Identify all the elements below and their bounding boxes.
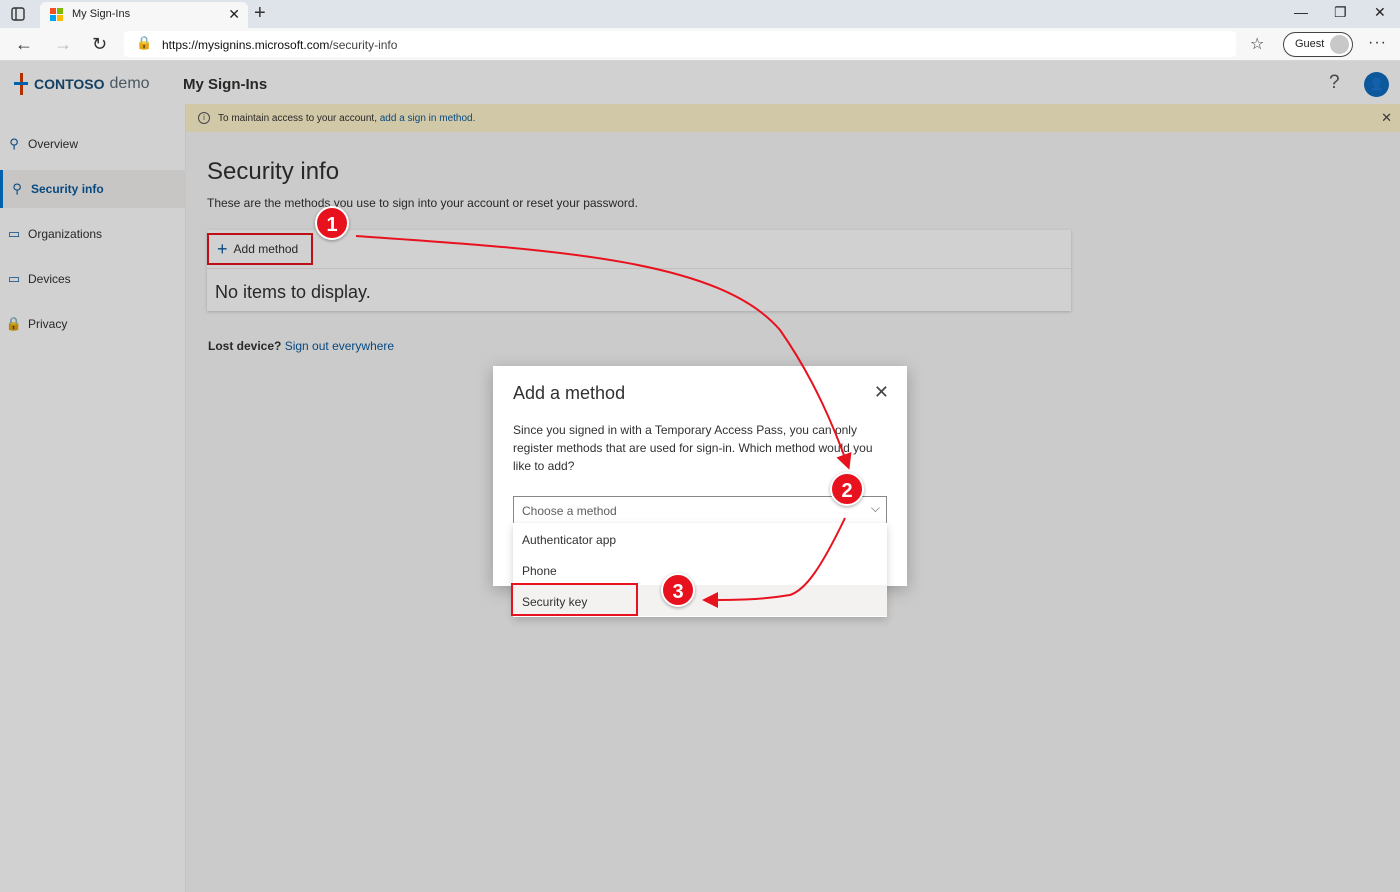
tab-title: My Sign-Ins [72, 8, 131, 20]
step-2-badge: 2 [830, 472, 864, 506]
url-field[interactable]: 🔒 https://mysignins.microsoft.com/securi… [124, 31, 1236, 57]
profile-avatar-icon [1330, 35, 1349, 54]
chevron-down-icon: ⌵ [870, 501, 880, 515]
method-select[interactable]: Choose a method ⌵ [513, 496, 887, 524]
browser-tab-bar: My Sign-Ins ✕ + — ❐ ✕ [0, 0, 1400, 28]
tab-close-icon[interactable]: ✕ [228, 6, 240, 23]
refresh-icon[interactable]: ↻ [92, 34, 107, 55]
favorites-icon[interactable]: ☆ [1250, 34, 1264, 54]
dialog-title: Add a method [513, 383, 626, 403]
option-authenticator-app[interactable]: Authenticator app [513, 523, 887, 554]
step-3-badge: 3 [661, 573, 695, 607]
security-key-highlight [511, 583, 638, 616]
dialog-close-icon[interactable]: ✕ [874, 382, 889, 403]
restore-icon[interactable]: ❐ [1334, 4, 1347, 21]
method-select-placeholder: Choose a method [522, 504, 617, 518]
minimize-icon[interactable]: — [1294, 4, 1308, 20]
more-icon[interactable]: ··· [1368, 34, 1387, 52]
site-lock-icon[interactable]: 🔒 [136, 35, 152, 51]
profile-label: Guest [1295, 38, 1325, 50]
dialog-text: Since you signed in with a Temporary Acc… [513, 423, 873, 473]
option-phone[interactable]: Phone [513, 554, 887, 585]
window-close-icon[interactable]: ✕ [1374, 4, 1386, 21]
forward-icon[interactable]: → [54, 34, 72, 55]
back-icon[interactable]: ← [15, 34, 33, 55]
browser-tab[interactable]: My Sign-Ins ✕ [40, 2, 248, 28]
profile-button[interactable]: Guest [1283, 32, 1353, 57]
tab-actions-icon[interactable] [10, 6, 26, 22]
url-text: https://mysignins.microsoft.com/security… [162, 38, 398, 52]
step-1-badge: 1 [315, 206, 349, 240]
new-tab-icon[interactable]: + [254, 2, 266, 25]
microsoft-logo-icon [50, 8, 64, 22]
address-bar: ← → ↻ 🔒 https://mysignins.microsoft.com/… [0, 28, 1400, 61]
